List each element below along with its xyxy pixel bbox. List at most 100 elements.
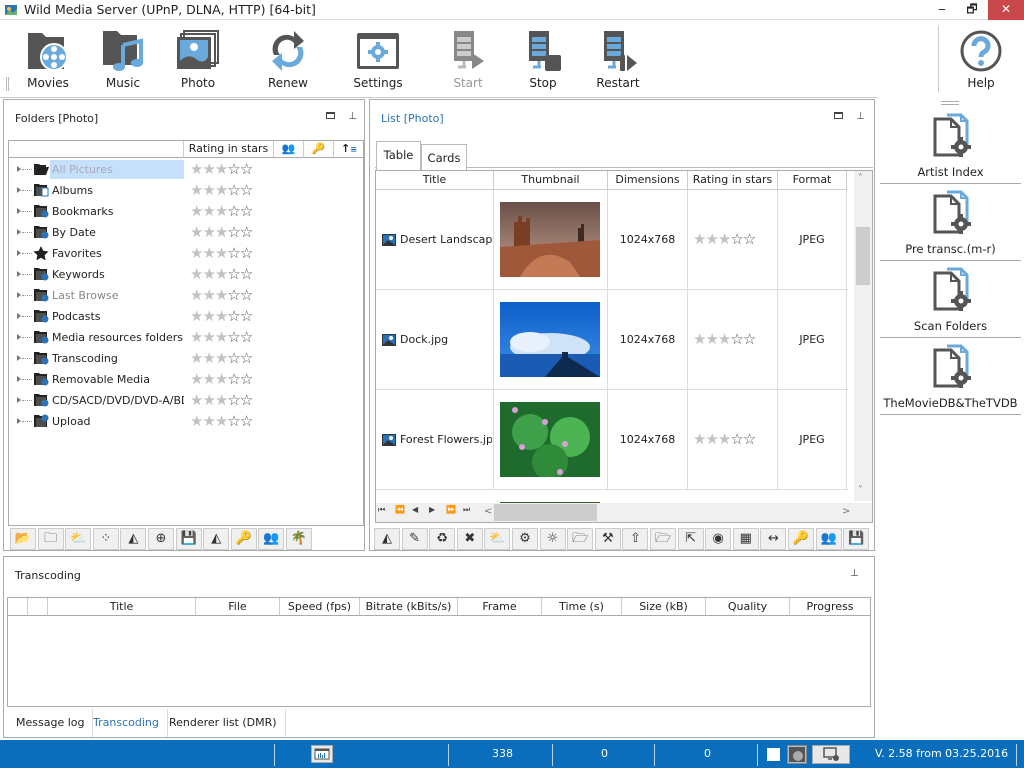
- rating-stars[interactable]: ★★★☆☆: [190, 181, 253, 200]
- star-empty-icon[interactable]: ☆: [240, 286, 253, 304]
- expand-arrow-icon[interactable]: [17, 397, 21, 403]
- transcoding-column-header[interactable]: Size (kB): [622, 598, 706, 616]
- star-filled-icon[interactable]: ★: [202, 307, 215, 325]
- star-filled-icon[interactable]: ★: [202, 223, 215, 241]
- bottom-tab[interactable]: Message log: [8, 709, 94, 737]
- pin-icon[interactable]: ⊥: [348, 111, 357, 122]
- side-task-button[interactable]: Pre transc.(m-r): [880, 184, 1021, 261]
- maximize-panel-icon[interactable]: [834, 112, 843, 119]
- folder-item[interactable]: By Date ★★★☆☆: [9, 222, 349, 243]
- rating-stars[interactable]: ★★★☆☆: [190, 202, 253, 221]
- star-empty-icon[interactable]: ☆: [227, 244, 240, 262]
- column-header-format[interactable]: Format: [778, 171, 847, 190]
- transcoding-column-header[interactable]: Speed (fps): [280, 598, 360, 616]
- bottom-tab[interactable]: Transcoding: [85, 709, 168, 737]
- expand-arrow-icon[interactable]: [17, 334, 21, 340]
- folder-item[interactable]: All Pictures ★★★☆☆: [9, 159, 349, 180]
- star-empty-icon[interactable]: ☆: [240, 244, 253, 262]
- key-button[interactable]: 🔑: [230, 528, 257, 550]
- renew-button[interactable]: Renew: [253, 21, 323, 97]
- star-empty-icon[interactable]: ☆: [227, 370, 240, 388]
- transcoding-column-header[interactable]: Progress: [790, 598, 870, 616]
- brightness-button[interactable]: ☼: [539, 528, 566, 550]
- renderer-settings-button[interactable]: [812, 745, 850, 764]
- star-empty-icon[interactable]: ☆: [240, 412, 253, 430]
- side-panel-grip[interactable]: [941, 101, 959, 105]
- star-filled-icon[interactable]: ★: [202, 160, 215, 178]
- star-filled-icon[interactable]: ★: [202, 328, 215, 346]
- star-filled-icon[interactable]: ★: [190, 328, 203, 346]
- scroll-up-icon[interactable]: ˄: [858, 173, 863, 184]
- music-button[interactable]: Music: [88, 21, 158, 97]
- star-empty-icon[interactable]: ☆: [227, 328, 240, 346]
- folder-item[interactable]: Media resources folders ★★★☆☆: [9, 327, 349, 348]
- transcoding-column-header[interactable]: Quality: [706, 598, 790, 616]
- column-header-thumbnail[interactable]: Thumbnail: [494, 171, 608, 190]
- star-filled-icon[interactable]: ★: [215, 328, 228, 346]
- scrollbar-thumb[interactable]: [856, 227, 870, 285]
- star-filled-icon[interactable]: ★: [718, 430, 731, 448]
- column-header-key[interactable]: 🔑: [304, 141, 334, 158]
- expand-arrow-icon[interactable]: [17, 418, 21, 424]
- grid-settings-button[interactable]: ▦: [732, 528, 759, 550]
- side-task-button[interactable]: Scan Folders: [880, 261, 1021, 338]
- star-filled-icon[interactable]: ★: [190, 160, 203, 178]
- palm-button[interactable]: 🌴: [286, 528, 312, 550]
- star-empty-icon[interactable]: ☆: [743, 230, 756, 248]
- table-row[interactable]: Desert Landscape.jpg1024x768★★★☆☆JPEG: [376, 190, 848, 290]
- star-filled-icon[interactable]: ★: [202, 286, 215, 304]
- rating-stars[interactable]: ★★★☆☆: [190, 349, 253, 368]
- scatter-button[interactable]: ⁘: [92, 528, 119, 550]
- gear-info-button[interactable]: ⚙: [512, 528, 538, 550]
- table-row[interactable]: Forest Flowers.jpg 1024x768 ★★★☆☆ JPEG: [376, 390, 848, 490]
- horizontal-scrollbar-thumb[interactable]: [494, 504, 597, 521]
- star-filled-icon[interactable]: ★: [215, 160, 228, 178]
- transcoding-column-header[interactable]: [28, 598, 48, 616]
- folder-item[interactable]: Removable Media ★★★☆☆: [9, 369, 349, 390]
- edit-button[interactable]: ✎: [401, 528, 428, 550]
- rating-stars[interactable]: ★★★☆☆: [190, 391, 253, 410]
- star-filled-icon[interactable]: ★: [202, 391, 215, 409]
- star-filled-icon[interactable]: ★: [215, 265, 228, 283]
- transcoding-column-header[interactable]: Title: [48, 598, 196, 616]
- key-button[interactable]: 🔑: [788, 528, 814, 550]
- rating-stars[interactable]: ★★★☆☆: [190, 307, 253, 326]
- star-filled-icon[interactable]: ★: [190, 349, 203, 367]
- recycle-button[interactable]: ♻: [429, 528, 456, 550]
- folder-item[interactable]: Albums ★★★☆☆: [9, 180, 349, 201]
- star-filled-icon[interactable]: ★: [215, 286, 228, 304]
- star-filled-icon[interactable]: ★: [693, 330, 706, 348]
- star-filled-icon[interactable]: ★: [190, 181, 203, 199]
- star-empty-icon[interactable]: ☆: [227, 307, 240, 325]
- scroll-down-icon[interactable]: ˅: [858, 485, 863, 496]
- star-filled-icon[interactable]: ★: [202, 370, 215, 388]
- folder-item[interactable]: Keywords ★★★☆☆: [9, 264, 349, 285]
- star-filled-icon[interactable]: ★: [718, 330, 731, 348]
- star-filled-icon[interactable]: ★: [215, 307, 228, 325]
- column-header-rating[interactable]: Rating in stars: [184, 141, 274, 158]
- rating-stars[interactable]: ★★★☆☆: [190, 370, 253, 389]
- save-button[interactable]: 💾: [843, 528, 870, 550]
- rating-stars[interactable]: ★★★☆☆: [190, 160, 253, 179]
- side-task-button[interactable]: Artist Index: [880, 107, 1021, 184]
- save-button[interactable]: 💾: [175, 528, 202, 550]
- column-header-name[interactable]: [9, 141, 184, 158]
- star-empty-icon[interactable]: ☆: [240, 223, 253, 241]
- star-filled-icon[interactable]: ★: [215, 181, 228, 199]
- navigator-button[interactable]: ◀: [412, 505, 418, 514]
- expand-arrow-icon[interactable]: [17, 313, 21, 319]
- star-empty-icon[interactable]: ☆: [240, 181, 253, 199]
- delete-button[interactable]: ✖: [456, 528, 483, 550]
- settings-button[interactable]: Settings: [343, 21, 413, 97]
- star-filled-icon[interactable]: ★: [693, 230, 706, 248]
- expand-arrow-icon[interactable]: [17, 271, 21, 277]
- scroll-left-icon[interactable]: <: [484, 506, 492, 517]
- column-header-title[interactable]: Title: [376, 171, 494, 190]
- start-button[interactable]: Start: [433, 21, 503, 97]
- star-filled-icon[interactable]: ★: [202, 244, 215, 262]
- folder-item[interactable]: Upload ★★★☆☆: [9, 411, 349, 432]
- star-filled-icon[interactable]: ★: [215, 223, 228, 241]
- star-filled-icon[interactable]: ★: [190, 370, 203, 388]
- broadcast-button[interactable]: ◉: [705, 528, 732, 550]
- expand-arrow-icon[interactable]: [17, 355, 21, 361]
